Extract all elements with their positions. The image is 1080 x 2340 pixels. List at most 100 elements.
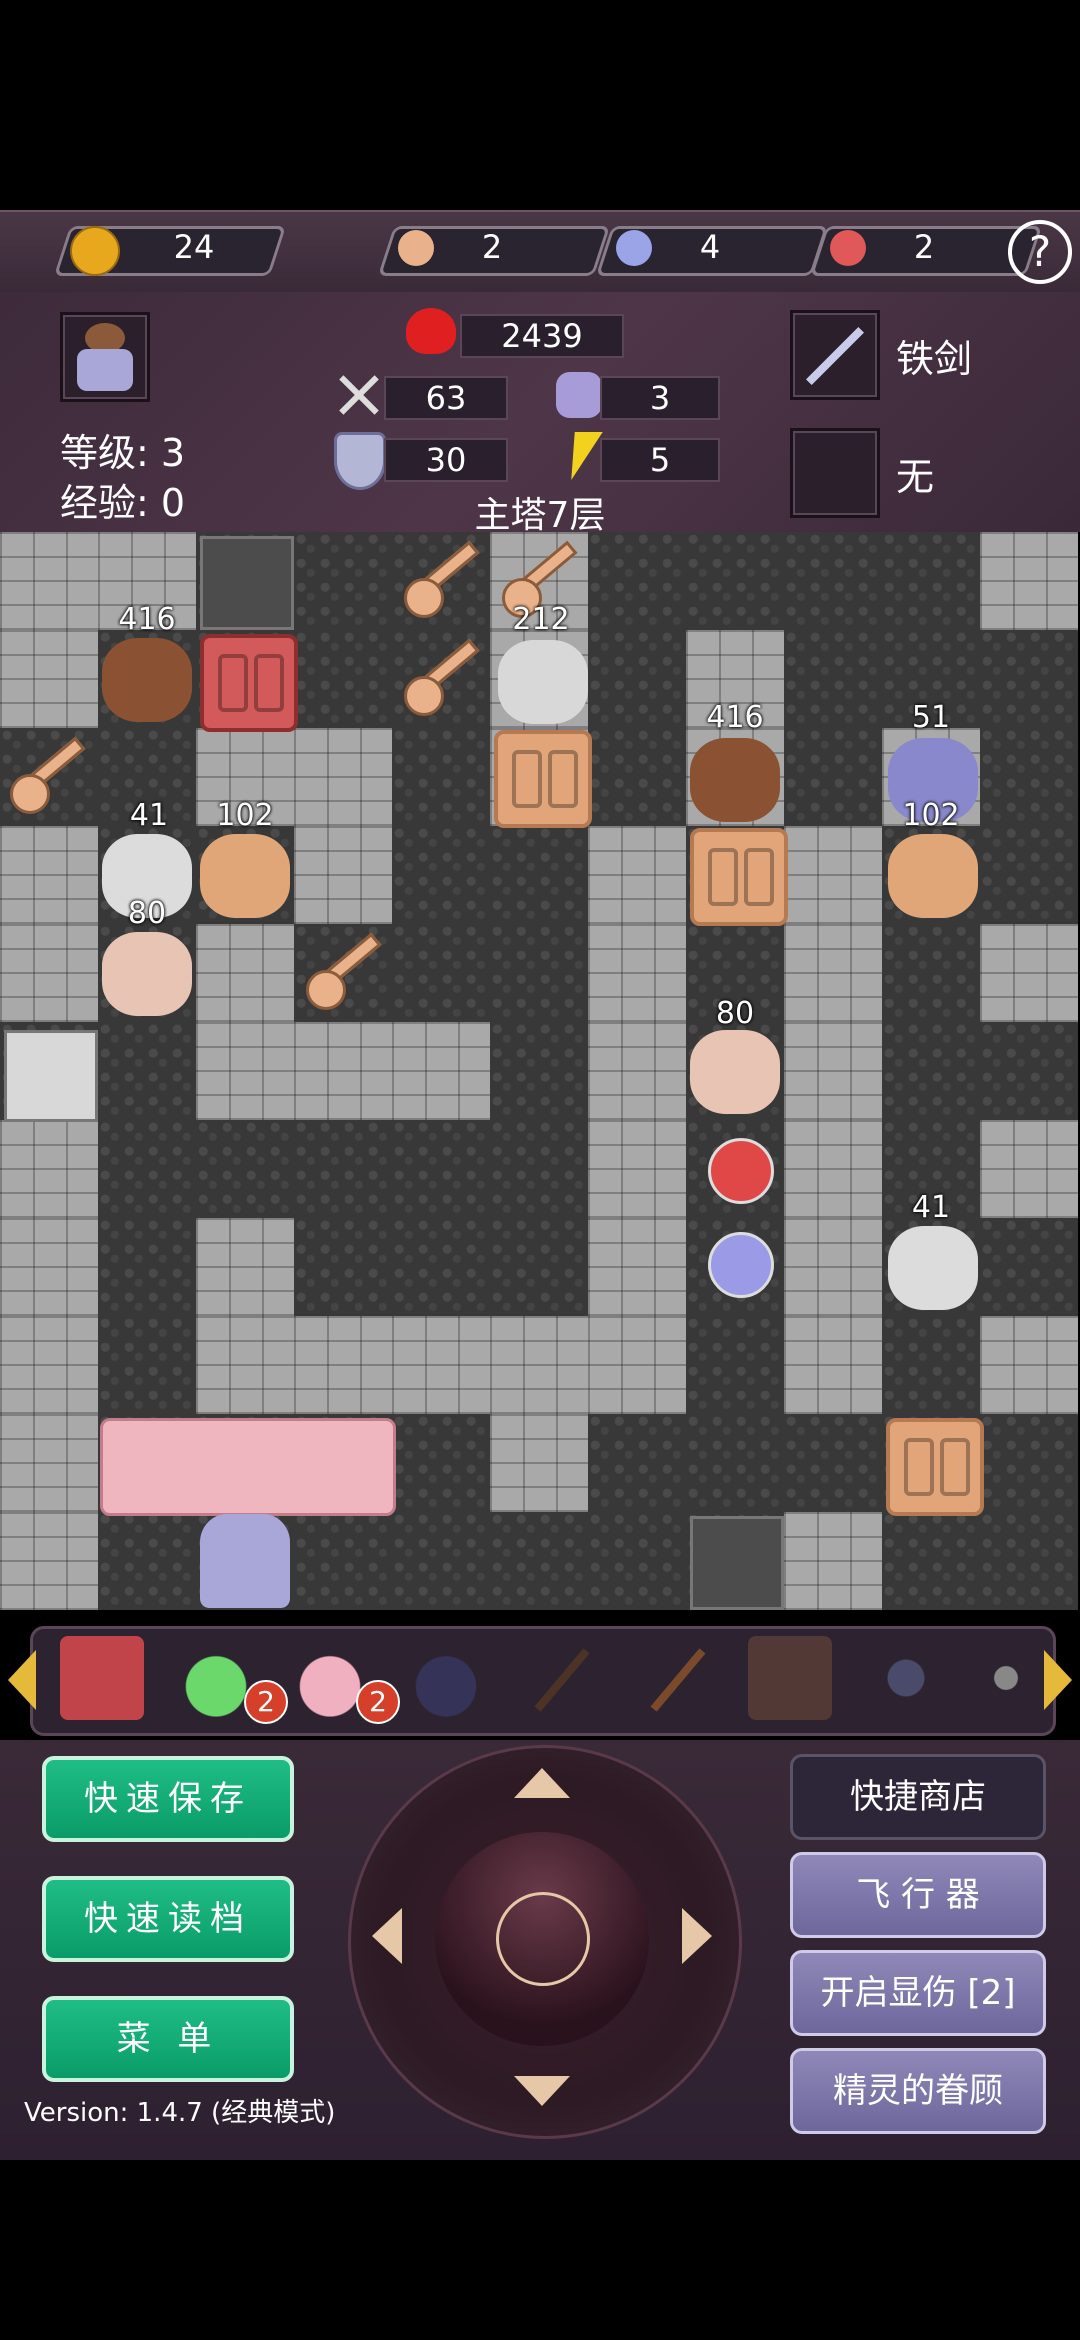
floor-tile: [490, 1218, 588, 1316]
wall-tile: [0, 1414, 98, 1512]
monster-damage-label: 416: [706, 700, 764, 735]
ghost-monster[interactable]: [690, 1030, 780, 1114]
rock-golem-monster[interactable]: [200, 834, 290, 918]
wall-tile: [0, 1218, 98, 1316]
defense-value: 30: [384, 438, 508, 482]
pickaxe-icon[interactable]: [520, 1636, 604, 1720]
door-item-icon[interactable]: [748, 1636, 832, 1720]
stairs-up-icon[interactable]: [200, 536, 294, 630]
wall-tile: [980, 532, 1078, 630]
magic-value: 5: [600, 438, 720, 482]
yellow-door[interactable]: [690, 828, 788, 926]
yellow-key-item[interactable]: [398, 536, 488, 626]
floor-tile: [98, 1022, 196, 1120]
menu-button[interactable]: 菜 单: [42, 1996, 294, 2082]
wall-tile: [784, 1316, 882, 1414]
wall-tile: [392, 1316, 490, 1414]
floor-tile: [588, 1414, 686, 1512]
ghost-monster[interactable]: [102, 932, 192, 1016]
yellow-door[interactable]: [494, 730, 592, 828]
arrow-left-icon[interactable]: [372, 1908, 402, 1964]
weapon-name: 铁剑: [896, 337, 973, 381]
quick-shop-button[interactable]: 快捷商店: [790, 1754, 1046, 1840]
floor-tile: [588, 1512, 686, 1610]
floor-tile: [294, 1512, 392, 1610]
wall-tile: [784, 1120, 882, 1218]
snowflake-item-icon[interactable]: [976, 1636, 1036, 1720]
cross-item-icon[interactable]: [864, 1636, 948, 1720]
green-potion-count-badge: 2: [244, 1680, 288, 1724]
spirit-favor-button[interactable]: 精灵的眷顾: [790, 2048, 1046, 2134]
wall-tile: [0, 630, 98, 728]
floor-tile: [980, 728, 1078, 826]
quick-load-button[interactable]: 快速读档: [42, 1876, 294, 1962]
yellow-key-item[interactable]: [398, 634, 488, 724]
wall-tile: [784, 1022, 882, 1120]
floor-tile: [392, 1512, 490, 1610]
floor-tile: [98, 1512, 196, 1610]
skeleton-soldier-monster[interactable]: [498, 640, 588, 724]
blue-key-icon: [616, 230, 652, 266]
wall-tile: [294, 1022, 392, 1120]
floor-tile: [980, 630, 1078, 728]
wall-tile: [588, 1022, 686, 1120]
monster-book-icon[interactable]: [60, 1636, 144, 1720]
floor-tile: [490, 826, 588, 924]
stone-golem-monster[interactable]: [102, 638, 192, 722]
wall-tile: [294, 826, 392, 924]
floor-tile: [294, 532, 392, 630]
arrow-right-icon[interactable]: [682, 1908, 712, 1964]
yellow-key-count: 2: [481, 228, 503, 266]
red-key-icon: [830, 230, 866, 266]
version-label: Version: 1.4.7 (经典模式): [24, 2098, 336, 2128]
yellow-key-item[interactable]: [300, 928, 390, 1018]
stairs-up-icon[interactable]: [690, 1516, 784, 1610]
floor-tile: [588, 532, 686, 630]
pickaxe-icon[interactable]: [636, 1636, 720, 1720]
yellow-door[interactable]: [886, 1418, 984, 1516]
floor-tile: [98, 1120, 196, 1218]
floor-tile: [294, 630, 392, 728]
rock-golem-monster[interactable]: [888, 834, 978, 918]
stairs-down-icon[interactable]: [4, 1030, 98, 1122]
item-scroll-left-arrow[interactable]: [8, 1650, 36, 1710]
hero-status-panel: 等级: 3 经验: 0 2439 63 30 3 5 主塔7层 铁剑 无: [0, 292, 1080, 536]
level-label: 等级:: [60, 431, 161, 475]
dpad-center-ring[interactable]: [496, 1892, 590, 1986]
wall-tile: [0, 1316, 98, 1414]
stone-golem-monster[interactable]: [690, 738, 780, 822]
wall-tile: [196, 924, 294, 1022]
item-scroll-right-arrow[interactable]: [1044, 1650, 1072, 1710]
help-button[interactable]: ?: [1008, 220, 1072, 284]
floor-tile: [294, 1218, 392, 1316]
level-value: 3: [160, 431, 186, 475]
skeleton-monster[interactable]: [888, 1226, 978, 1310]
pink-altar-shop[interactable]: [100, 1418, 396, 1516]
show-damage-button[interactable]: 开启显伤 [2]: [790, 1950, 1046, 2036]
floor-tile: [490, 1022, 588, 1120]
blue-potion-item[interactable]: [708, 1232, 774, 1298]
quick-save-button[interactable]: 快速保存: [42, 1756, 294, 1842]
exp-value: 0: [160, 481, 186, 525]
hero-player: [200, 1514, 290, 1608]
monster-damage-label: 212: [512, 602, 570, 637]
wall-tile: [294, 1316, 392, 1414]
red-door[interactable]: [200, 634, 298, 732]
arrow-down-icon[interactable]: [514, 2076, 570, 2106]
wall-tile: [784, 924, 882, 1022]
red-potion-item[interactable]: [708, 1138, 774, 1204]
coin-count: 24: [173, 228, 215, 266]
flyer-button[interactable]: 飞 行 器: [790, 1852, 1046, 1938]
shield-defense-icon: [334, 432, 386, 490]
floor-name: 主塔7层: [474, 495, 606, 536]
arrow-up-icon[interactable]: [514, 1768, 570, 1798]
yellow-key-item[interactable]: [4, 732, 94, 822]
speed-value: 3: [600, 376, 720, 420]
wall-tile: [784, 826, 882, 924]
dark-vase-icon[interactable]: [404, 1636, 488, 1720]
floor-tile: [588, 630, 686, 728]
floor-tile: [784, 532, 882, 630]
floor-tile: [392, 826, 490, 924]
floor-tile: [686, 1316, 784, 1414]
blue-key-count: 4: [699, 228, 721, 266]
